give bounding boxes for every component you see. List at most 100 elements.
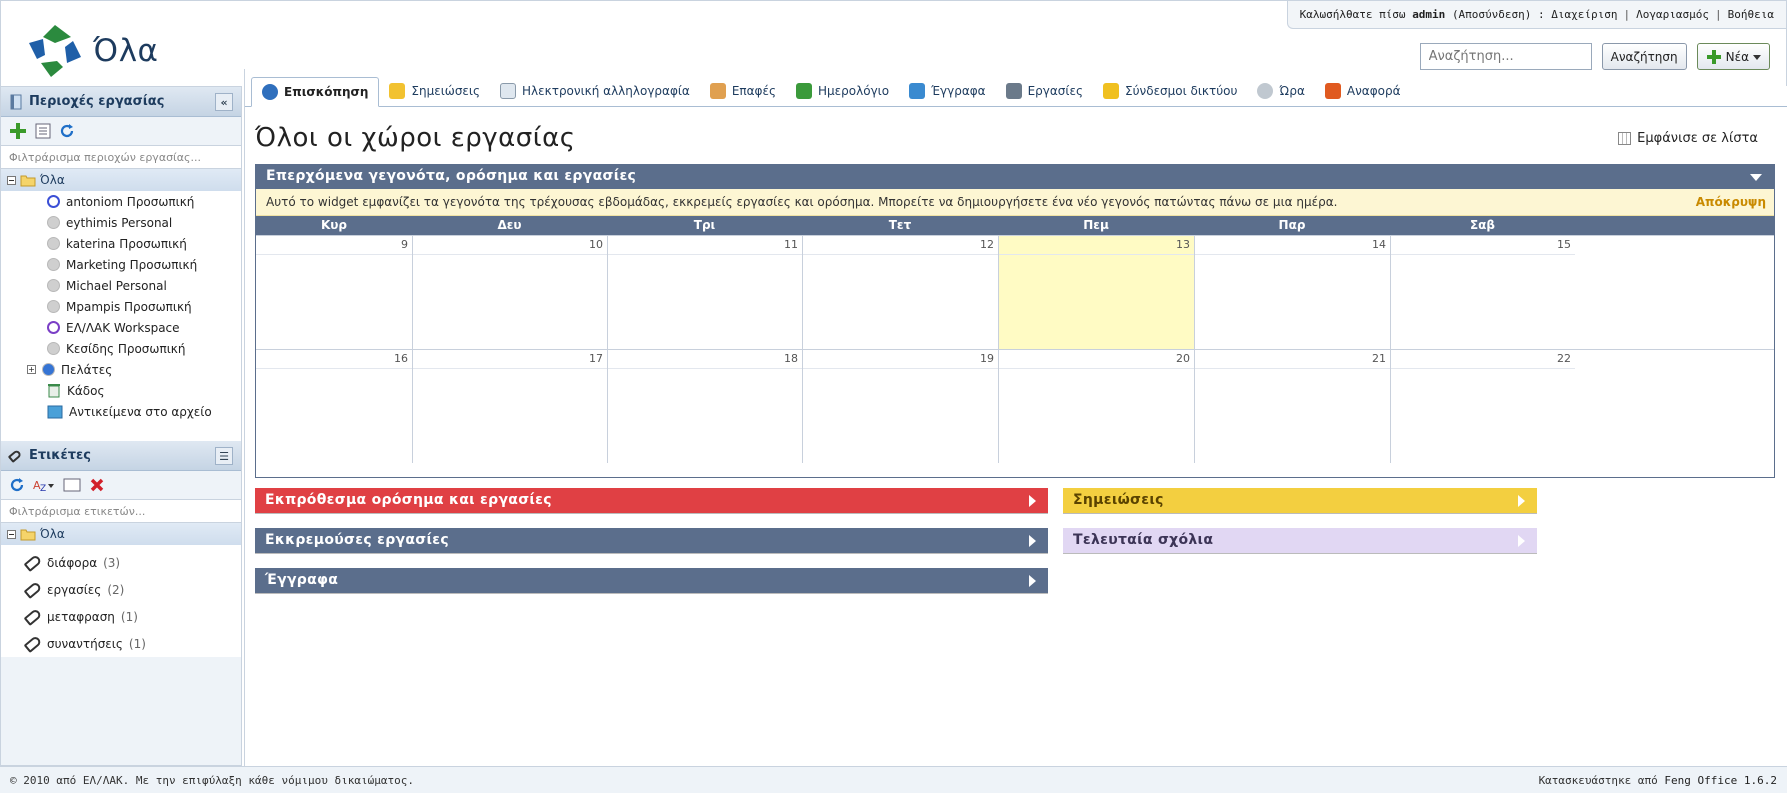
help-link[interactable]: Βοήθεια xyxy=(1728,8,1774,21)
tab-report[interactable]: Αναφορά xyxy=(1315,76,1411,106)
expand-arrow-icon[interactable] xyxy=(1518,535,1525,547)
calendar-day-cell[interactable]: 11 xyxy=(607,236,802,349)
workspace-item[interactable]: eythimis Personal xyxy=(47,212,241,233)
search-button[interactable]: Αναζήτηση xyxy=(1601,43,1687,70)
calendar-day-cell[interactable]: 19 xyxy=(802,350,998,463)
notes-widget[interactable]: Σημειώσεις xyxy=(1063,488,1537,513)
calendar-day-cell[interactable]: 9 xyxy=(256,236,412,349)
add-workspace-icon[interactable] xyxy=(9,122,27,140)
tag-item[interactable]: μεταφραση (1) xyxy=(1,603,241,630)
hide-notice-link[interactable]: Απόκρυψη xyxy=(1696,195,1766,209)
calendar-day-cell[interactable]: 21 xyxy=(1194,350,1390,463)
workspace-trash[interactable]: Κάδος xyxy=(1,380,241,401)
workspace-item[interactable]: Michael Personal xyxy=(47,275,241,296)
logout-link[interactable]: (Αποσύνδεση) xyxy=(1452,8,1531,21)
tab-star[interactable]: Σύνδεσμοι δικτύου xyxy=(1093,76,1247,106)
workspace-label: Michael Personal xyxy=(66,278,167,293)
search-input[interactable] xyxy=(1419,43,1592,70)
calendar-day-cell[interactable]: 16 xyxy=(256,350,412,463)
calendar-day-cell[interactable]: 22 xyxy=(1390,350,1575,463)
rename-tag-icon[interactable] xyxy=(63,478,81,492)
workspace-item[interactable]: antoniom Προσωπική xyxy=(47,191,241,212)
widget-header[interactable]: Επερχόμενα γεγονότα, ορόσημα και εργασίε… xyxy=(256,165,1774,189)
documents-widget[interactable]: Έγγραφα xyxy=(255,568,1048,593)
tab-calendar[interactable]: Ημερολόγιο xyxy=(786,76,899,106)
refresh-icon[interactable] xyxy=(59,123,75,139)
workspace-archived[interactable]: Αντικείμενα στο αρχείο xyxy=(1,401,241,422)
tags-tree-root[interactable]: Όλα xyxy=(1,523,241,545)
logo[interactable]: Όλα xyxy=(27,23,158,79)
day-number: 20 xyxy=(1176,352,1190,365)
admin-link[interactable]: Διαχείριση xyxy=(1551,8,1617,21)
workspaces-panel-header: Περιοχές εργασίας « xyxy=(1,87,241,117)
collapse-tags-button[interactable]: ☰ xyxy=(215,447,233,465)
calendar-day-cell[interactable]: 15 xyxy=(1390,236,1575,349)
pending-tasks-widget[interactable]: Εκκρεμούσες εργασίες xyxy=(255,528,1048,553)
tab-documents[interactable]: Έγγραφα xyxy=(899,76,996,106)
day-divider xyxy=(1391,368,1575,369)
workspace-item[interactable]: Marketing Προσωπική xyxy=(47,254,241,275)
tag-icon xyxy=(23,553,43,572)
workspace-item[interactable]: Κεσίδης Προσωπική xyxy=(47,338,241,359)
expand-arrow-icon[interactable] xyxy=(1518,495,1525,507)
workspace-item[interactable]: Mpampis Προσωπική xyxy=(47,296,241,317)
tag-count: (3) xyxy=(103,555,121,570)
workspace-item[interactable]: + Πελάτες xyxy=(27,359,241,380)
tag-icon xyxy=(23,634,43,653)
trash-label: Κάδος xyxy=(67,383,105,398)
expand-arrow-icon[interactable] xyxy=(1029,535,1036,547)
calendar-day-cell[interactable]: 17 xyxy=(412,350,607,463)
account-link[interactable]: Λογαριασμός xyxy=(1636,8,1709,21)
footer: © 2010 από ΕΛ/ΛΑΚ. Με την επιφύλαξη κάθε… xyxy=(0,766,1787,793)
calendar-day-cell[interactable]: 20 xyxy=(998,350,1194,463)
refresh-icon[interactable] xyxy=(9,477,25,493)
tab-mail[interactable]: Ηλεκτρονική αλληλογραφία xyxy=(490,76,700,106)
expand-arrow-icon[interactable] xyxy=(1029,575,1036,587)
workspace-color-icon xyxy=(42,363,55,376)
collapse-node-icon[interactable] xyxy=(7,529,16,539)
workspace-item[interactable]: ΕΛ/ΛΑΚ Workspace xyxy=(47,317,241,338)
tree-root-all[interactable]: Όλα xyxy=(1,169,241,191)
sort-icon[interactable]: AZ xyxy=(33,477,55,493)
product-link[interactable]: Feng Office 1.6.2 xyxy=(1664,774,1777,787)
tab-contacts[interactable]: Επαφές xyxy=(700,76,786,106)
calendar-day-cell[interactable]: 13 xyxy=(998,236,1194,349)
tab-note[interactable]: Σημειώσεις xyxy=(379,76,490,106)
expand-node-icon[interactable]: + xyxy=(27,365,36,374)
tag-item[interactable]: συναντήσεις (1) xyxy=(1,630,241,657)
calendar-day-cell[interactable]: 18 xyxy=(607,350,802,463)
collapse-node-icon[interactable] xyxy=(7,175,16,185)
comments-widget[interactable]: Τελευταία σχόλια xyxy=(1063,528,1537,553)
show-as-list-link[interactable]: Εμφάνισε σε λίστα xyxy=(1618,131,1758,146)
workspaces-filter-input[interactable]: Φιλτράρισμα περιοχών εργασίας... xyxy=(1,145,241,169)
tab-clock[interactable]: Ώρα xyxy=(1247,76,1314,106)
tab-label: Ημερολόγιο xyxy=(818,84,890,98)
delete-icon[interactable] xyxy=(89,477,105,493)
overdue-widget[interactable]: Εκπρόθεσμα ορόσημα και εργασίες xyxy=(255,488,1048,513)
expand-arrow-icon[interactable] xyxy=(1029,495,1036,507)
day-divider xyxy=(256,254,412,255)
calendar-day-cell[interactable]: 14 xyxy=(1194,236,1390,349)
tree-root-label: Όλα xyxy=(40,173,65,187)
calendar-day-cell[interactable]: 12 xyxy=(802,236,998,349)
tab-tasks[interactable]: Εργασίες xyxy=(996,76,1093,106)
copyright-text: © 2010 από ΕΛ/ΛΑΚ. Με την επιφύλαξη κάθε… xyxy=(10,773,414,787)
tags-filter-input[interactable]: Φιλτράρισμα ετικετών... xyxy=(1,499,241,523)
calendar-day-cell[interactable]: 10 xyxy=(412,236,607,349)
tag-item[interactable]: διάφορα (3) xyxy=(1,549,241,576)
show-as-list-label: Εμφάνισε σε λίστα xyxy=(1637,131,1758,146)
day-number: 21 xyxy=(1372,352,1386,365)
workspace-item[interactable]: katerina Προσωπική xyxy=(47,233,241,254)
tab-label: Επισκόπηση xyxy=(284,85,369,99)
list-icon[interactable] xyxy=(35,123,51,139)
collapse-arrow-icon[interactable] xyxy=(1750,174,1762,181)
tab-globe[interactable]: Επισκόπηση xyxy=(251,77,380,107)
search-bar: Αναζήτηση Νέα xyxy=(1419,43,1770,70)
new-button[interactable]: Νέα xyxy=(1696,43,1770,70)
tag-item[interactable]: εργασίες (2) xyxy=(1,576,241,603)
welcome-text: Καλωσήλθατε πίσω xyxy=(1299,8,1406,21)
svg-text:Z: Z xyxy=(40,484,46,493)
collapse-sidebar-button[interactable]: « xyxy=(215,93,233,111)
calendar-grid: 9 10 11 12 13 14 15 16 17 18 19 20 21 22 xyxy=(256,235,1774,463)
tab-label: Ώρα xyxy=(1279,84,1305,98)
